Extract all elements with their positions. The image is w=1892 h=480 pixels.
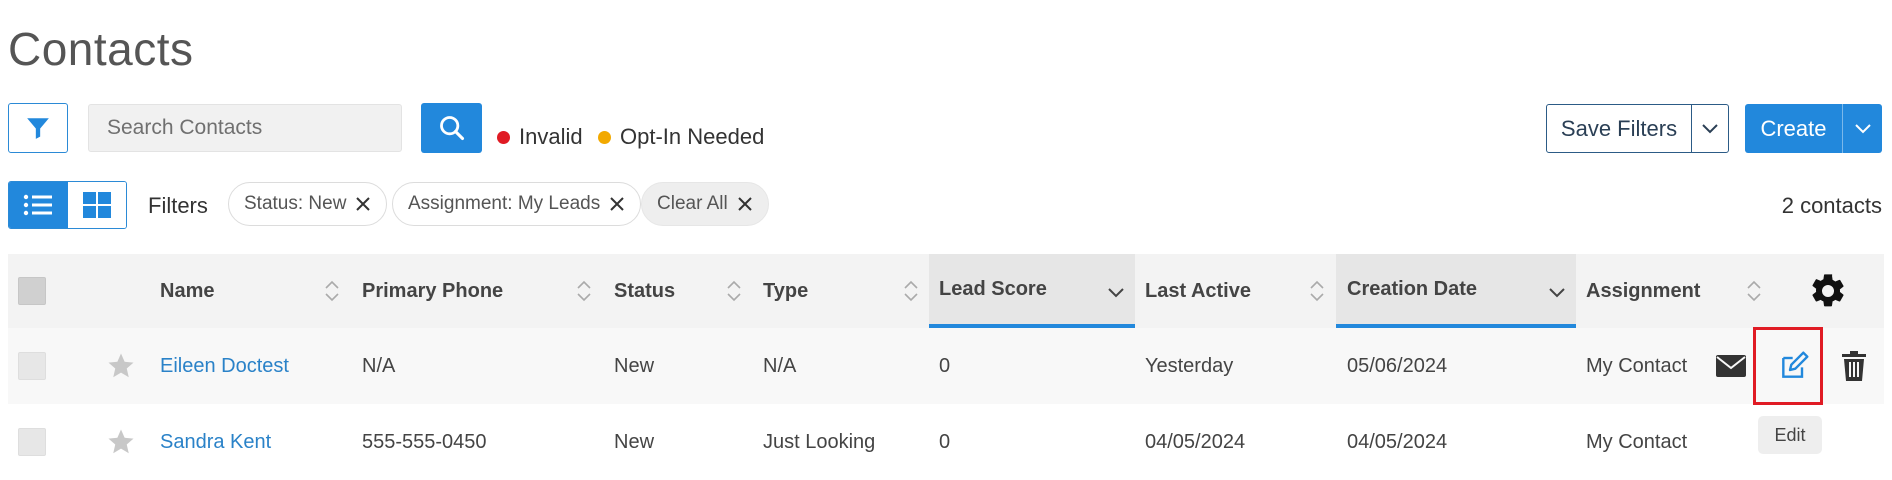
close-icon[interactable] xyxy=(737,196,753,212)
column-header-label: Assignment xyxy=(1586,279,1701,302)
chevron-down-icon xyxy=(1548,282,1566,305)
clear-all-label: Clear All xyxy=(657,193,728,214)
edit-tooltip: Edit xyxy=(1758,416,1822,454)
close-icon[interactable] xyxy=(355,196,371,212)
filter-chip-status: Status: New xyxy=(228,182,388,226)
cell-last-active: Yesterday xyxy=(1145,354,1234,377)
trash-icon xyxy=(1841,351,1867,381)
row-checkbox[interactable] xyxy=(18,428,46,456)
create-dropdown[interactable] xyxy=(1843,104,1882,153)
page-title: Contacts xyxy=(8,23,194,75)
list-view-icon xyxy=(23,193,53,217)
filter-icon xyxy=(25,115,51,141)
chevron-down-icon xyxy=(1700,123,1720,135)
cell-lead-score: 0 xyxy=(939,354,951,377)
cell-primary-phone: N/A xyxy=(362,354,396,377)
sort-icon xyxy=(324,279,340,309)
list-view-button[interactable] xyxy=(9,182,68,228)
contact-name-link[interactable]: Eileen Doctest xyxy=(160,328,289,404)
select-all-checkbox[interactable] xyxy=(18,277,46,305)
envelope-icon xyxy=(1716,355,1746,377)
delete-button[interactable] xyxy=(1834,328,1874,404)
column-header-label: Creation Date xyxy=(1347,277,1478,300)
cell-lead-score: 0 xyxy=(939,430,951,453)
grid-view-button[interactable] xyxy=(67,182,126,228)
contact-count: 2 contacts xyxy=(1781,193,1882,218)
sort-icon xyxy=(1746,279,1762,309)
save-filters-split-button: Save Filters xyxy=(1546,104,1729,153)
grid-view-icon xyxy=(82,192,111,218)
cell-status: New xyxy=(614,354,655,377)
cell-last-active: 04/05/2024 xyxy=(1145,430,1246,453)
column-header-last-active[interactable]: Last Active xyxy=(1145,254,1335,328)
table-settings-button[interactable] xyxy=(1798,254,1858,328)
filter-toggle-button[interactable] xyxy=(8,103,68,153)
clear-all-chip[interactable]: Clear All xyxy=(641,182,769,226)
filter-chip-assignment: Assignment: My Leads xyxy=(392,182,642,226)
filter-chip-label: Status: New xyxy=(244,193,347,214)
save-filters-button[interactable]: Save Filters xyxy=(1547,105,1692,152)
column-header-label: Status xyxy=(614,279,676,302)
edit-icon xyxy=(1778,350,1810,382)
sort-icon xyxy=(1309,279,1325,309)
invalid-dot xyxy=(497,130,510,144)
column-header-label: Name xyxy=(160,279,215,302)
row-select-cell xyxy=(18,404,46,480)
legend-invalid: Invalid xyxy=(497,124,583,150)
create-button[interactable]: Create xyxy=(1745,104,1843,153)
search-input[interactable] xyxy=(88,104,402,152)
cell-primary-phone: 555-555-0450 xyxy=(362,430,487,453)
legend-opt-in-label: Opt-In Needed xyxy=(620,124,765,149)
row-select-cell xyxy=(18,328,46,404)
sort-icon xyxy=(903,279,919,309)
column-header-label: Type xyxy=(763,279,809,302)
filter-chip-label: Assignment: My Leads xyxy=(408,193,601,214)
email-button[interactable] xyxy=(1711,328,1751,404)
select-all-cell xyxy=(18,254,58,328)
filters-label: Filters xyxy=(148,193,208,218)
column-header-label: Last Active xyxy=(1145,279,1251,302)
create-split-button: Create xyxy=(1745,104,1882,153)
legend-opt-in-needed: Opt-In Needed xyxy=(598,124,764,150)
edit-button[interactable] xyxy=(1766,328,1822,404)
sort-icon xyxy=(726,279,742,309)
column-header-status[interactable]: Status xyxy=(614,254,752,328)
opt-in-dot xyxy=(598,130,611,144)
column-header-label: Primary Phone xyxy=(362,279,504,302)
column-header-name[interactable]: Name xyxy=(160,254,350,328)
column-header-lead-score[interactable]: Lead Score xyxy=(929,254,1135,328)
legend-invalid-label: Invalid xyxy=(519,124,583,149)
close-icon[interactable] xyxy=(609,196,625,212)
search-icon xyxy=(438,114,466,142)
save-filters-dropdown[interactable] xyxy=(1692,105,1728,152)
contacts-table: Name Primary Phone Status Type Lead Scor… xyxy=(8,254,1884,480)
column-header-label: Lead Score xyxy=(939,277,1047,300)
column-header-assignment[interactable]: Assignment xyxy=(1586,254,1772,328)
table-row[interactable]: Sandra Kent 555-555-0450 New Just Lookin… xyxy=(8,404,1884,480)
cell-assignment: My Contact xyxy=(1586,354,1688,377)
cell-status: New xyxy=(614,430,655,453)
table-row[interactable]: Eileen Doctest N/A New N/A 0 Yesterday 0… xyxy=(8,328,1884,404)
star-icon[interactable] xyxy=(106,404,136,480)
cell-type: Just Looking xyxy=(763,430,876,453)
search-button[interactable] xyxy=(421,103,482,153)
chevron-down-icon xyxy=(1853,123,1873,135)
cell-assignment: My Contact xyxy=(1586,430,1688,453)
cell-type: N/A xyxy=(763,354,797,377)
cell-creation-date: 04/05/2024 xyxy=(1347,430,1448,453)
cell-creation-date: 05/06/2024 xyxy=(1347,354,1448,377)
star-icon[interactable] xyxy=(106,328,136,404)
column-header-type[interactable]: Type xyxy=(763,254,929,328)
view-toggle xyxy=(8,181,127,229)
contact-name-link[interactable]: Sandra Kent xyxy=(160,404,271,480)
chevron-down-icon xyxy=(1107,282,1125,305)
row-checkbox[interactable] xyxy=(18,352,46,380)
sort-icon xyxy=(576,279,592,309)
column-header-creation-date[interactable]: Creation Date xyxy=(1336,254,1576,328)
column-header-primary-phone[interactable]: Primary Phone xyxy=(362,254,602,328)
gear-icon xyxy=(1808,271,1848,311)
table-header: Name Primary Phone Status Type Lead Scor… xyxy=(8,254,1884,328)
